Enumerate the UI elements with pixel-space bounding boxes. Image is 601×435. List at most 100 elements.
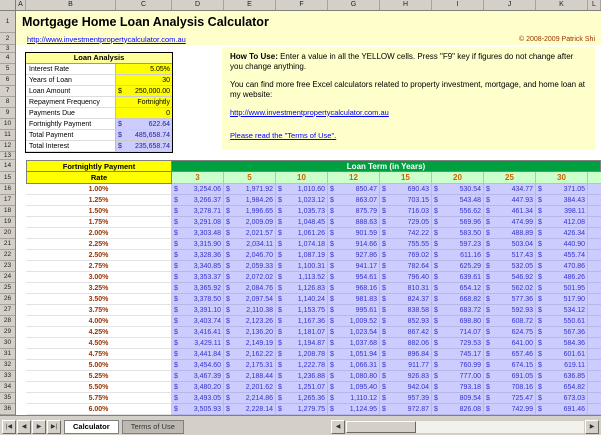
term-header-25-years[interactable]: 25 (484, 172, 536, 184)
scroll-right-icon[interactable]: ▶ (585, 420, 599, 434)
payment-cell-2-75-5y[interactable]: $2,059.33 (224, 261, 276, 272)
payment-cell-1-50-3y[interactable]: $3,278.71 (172, 206, 224, 217)
column-header-K[interactable]: K (536, 0, 588, 10)
rate-cell-6-00[interactable]: 6.00% (26, 404, 172, 415)
rate-cell-2-00[interactable]: 2.00% (26, 228, 172, 239)
payment-cell-3-50-20y[interactable]: $668.82 (432, 294, 484, 305)
payment-cell-3-25-3y[interactable]: $3,365.92 (172, 283, 224, 294)
payment-cell-2-50-10y[interactable]: $1,087.19 (276, 250, 328, 261)
row-header-32[interactable]: 32 (0, 360, 15, 371)
row-header-34[interactable]: 34 (0, 382, 15, 393)
tab-terms-of-use[interactable]: Terms of Use (122, 420, 184, 434)
payment-cell-2-50-20y[interactable]: $611.16 (432, 250, 484, 261)
rate-cell-1-25[interactable]: 1.25% (26, 195, 172, 206)
payment-cell-1-50-20y[interactable]: $556.62 (432, 206, 484, 217)
row-header-29[interactable]: 29 (0, 327, 15, 338)
payment-cell-5-25-12y[interactable]: $1,080.80 (328, 371, 380, 382)
rate-cell-1-00[interactable]: 1.00% (26, 184, 172, 195)
column-header-A[interactable]: A (16, 0, 26, 10)
row-header-5[interactable]: 5 (0, 64, 15, 75)
payment-cell-4-00-5y[interactable]: $2,123.26 (224, 316, 276, 327)
years-of-loan-label[interactable]: Years of Loan (26, 75, 116, 86)
payment-cell-6-00-25y[interactable]: $742.99 (484, 404, 536, 415)
payment-cell-2-00-30y[interactable]: $426.34 (536, 228, 588, 239)
payment-cell-2-50-3y[interactable]: $3,328.36 (172, 250, 224, 261)
payment-cell-3-50-12y[interactable]: $981.83 (328, 294, 380, 305)
row-header-16[interactable]: 16 (0, 184, 15, 195)
row-header-9[interactable]: 9 (0, 108, 15, 119)
payment-cell-4-50-3y[interactable]: $3,429.11 (172, 338, 224, 349)
payment-cell-1-50-5y[interactable]: $1,996.65 (224, 206, 276, 217)
payment-cell-5-75-25y[interactable]: $725.47 (484, 393, 536, 404)
payment-cell-3-25-15y[interactable]: $810.31 (380, 283, 432, 294)
payment-cell-1-25-20y[interactable]: $543.48 (432, 195, 484, 206)
payment-cell-5-00-10y[interactable]: $1,222.78 (276, 360, 328, 371)
rate-cell-3-50[interactable]: 3.50% (26, 294, 172, 305)
payment-cell-3-00-12y[interactable]: $954.61 (328, 272, 380, 283)
payment-cell-4-75-3y[interactable]: $3,441.84 (172, 349, 224, 360)
payment-cell-5-50-5y[interactable]: $2,201.62 (224, 382, 276, 393)
row-header-33[interactable]: 33 (0, 371, 15, 382)
payment-cell-5-00-3y[interactable]: $3,454.60 (172, 360, 224, 371)
payment-cell-4-75-15y[interactable]: $896.84 (380, 349, 432, 360)
payment-cell-5-25-15y[interactable]: $926.83 (380, 371, 432, 382)
loan-term-header-cell[interactable]: Loan Term (in Years) (172, 160, 601, 172)
column-header-E[interactable]: E (224, 0, 276, 10)
payment-cell-4-00-3y[interactable]: $3,403.74 (172, 316, 224, 327)
payment-cell-3-50-3y[interactable]: $3,378.50 (172, 294, 224, 305)
fortnightly-payment-label[interactable]: Fortnightly Payment (26, 119, 116, 130)
rate-cell-2-50[interactable]: 2.50% (26, 250, 172, 261)
years-of-loan-input-cell[interactable]: 30 (116, 75, 172, 86)
payment-cell-5-50-12y[interactable]: $1,095.40 (328, 382, 380, 393)
payment-cell-5-25-10y[interactable]: $1,236.88 (276, 371, 328, 382)
row-header-27[interactable]: 27 (0, 305, 15, 316)
payment-cell-5-50-20y[interactable]: $793.18 (432, 382, 484, 393)
rate-cell-5-00[interactable]: 5.00% (26, 360, 172, 371)
row-header-19[interactable]: 19 (0, 217, 15, 228)
payment-cell-2-50-25y[interactable]: $517.43 (484, 250, 536, 261)
tab-nav-prev-icon[interactable]: ◀ (17, 420, 31, 434)
payment-cell-5-75-3y[interactable]: $3,493.05 (172, 393, 224, 404)
tab-nav-last-icon[interactable]: ▶| (47, 420, 61, 434)
term-header-12-years[interactable]: 12 (328, 172, 380, 184)
payment-cell-5-75-5y[interactable]: $2,214.86 (224, 393, 276, 404)
rate-cell-5-75[interactable]: 5.75% (26, 393, 172, 404)
payment-cell-4-00-30y[interactable]: $550.61 (536, 316, 588, 327)
term-header-15-years[interactable]: 15 (380, 172, 432, 184)
terms-of-use-link[interactable]: Please read the "Terms of Use". (230, 131, 587, 141)
payment-cell-2-25-15y[interactable]: $755.55 (380, 239, 432, 250)
payment-cell-2-00-20y[interactable]: $583.50 (432, 228, 484, 239)
scrollbar-track[interactable] (345, 420, 585, 434)
row-header-10[interactable]: 10 (0, 119, 15, 130)
payment-cell-2-25-12y[interactable]: $914.66 (328, 239, 380, 250)
payment-cell-4-50-20y[interactable]: $729.53 (432, 338, 484, 349)
payment-cell-2-75-3y[interactable]: $3,340.85 (172, 261, 224, 272)
payment-cell-5-75-10y[interactable]: $1,265.36 (276, 393, 328, 404)
payment-cell-1-25-25y[interactable]: $447.93 (484, 195, 536, 206)
term-header-30-years[interactable]: 30 (536, 172, 588, 184)
interest-rate-input-cell[interactable]: 5.05% (116, 64, 172, 75)
payment-cell-5-00-25y[interactable]: $674.15 (484, 360, 536, 371)
payment-cell-1-50-12y[interactable]: $875.79 (328, 206, 380, 217)
payment-cell-2-50-15y[interactable]: $769.02 (380, 250, 432, 261)
payment-cell-4-25-30y[interactable]: $567.36 (536, 327, 588, 338)
payment-cell-5-75-30y[interactable]: $673.03 (536, 393, 588, 404)
payment-cell-4-00-20y[interactable]: $698.80 (432, 316, 484, 327)
payment-cell-2-25-3y[interactable]: $3,315.90 (172, 239, 224, 250)
payment-cell-4-25-25y[interactable]: $624.75 (484, 327, 536, 338)
payment-cell-1-25-30y[interactable]: $384.43 (536, 195, 588, 206)
repayment-frequency-label[interactable]: Repayment Frequency (26, 97, 116, 108)
payment-cell-1-50-25y[interactable]: $461.34 (484, 206, 536, 217)
payment-cell-2-25-20y[interactable]: $597.23 (432, 239, 484, 250)
row-header-22[interactable]: 22 (0, 250, 15, 261)
tab-nav-next-icon[interactable]: ▶ (32, 420, 46, 434)
term-header-5-years[interactable]: 5 (224, 172, 276, 184)
payment-cell-1-00-5y[interactable]: $1,971.92 (224, 184, 276, 195)
rate-cell-1-75[interactable]: 1.75% (26, 217, 172, 228)
row-header-15[interactable]: 15 (0, 172, 15, 184)
select-all-corner[interactable] (0, 0, 16, 10)
payments-due-label[interactable]: Payments Due (26, 108, 116, 119)
payment-cell-4-25-12y[interactable]: $1,023.54 (328, 327, 380, 338)
payment-cell-1-50-15y[interactable]: $716.03 (380, 206, 432, 217)
rate-cell-2-75[interactable]: 2.75% (26, 261, 172, 272)
